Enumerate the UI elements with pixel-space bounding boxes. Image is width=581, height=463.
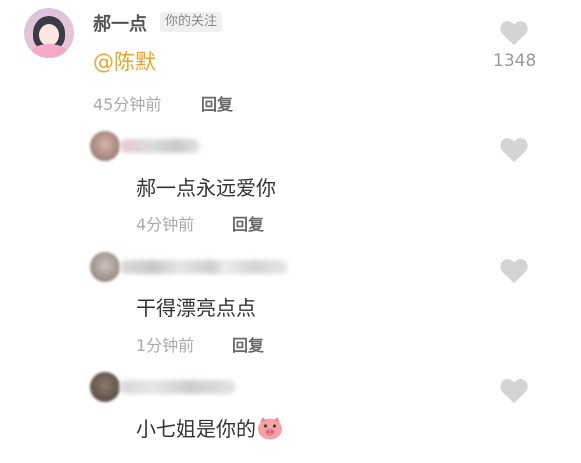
blurred-username	[120, 139, 200, 153]
reply-text: 小七姐是你的	[136, 417, 256, 441]
blurred-username	[120, 260, 288, 274]
reply-timestamp: 1分钟前	[136, 336, 195, 355]
heart-icon[interactable]	[499, 257, 529, 284]
like-count: 1348	[493, 51, 537, 71]
heart-icon[interactable]	[499, 377, 529, 404]
avatar[interactable]	[24, 8, 74, 58]
reply-text: 干得漂亮点点	[136, 296, 256, 320]
reply-text: 郝一点永远爱你	[136, 176, 276, 200]
reply-button[interactable]: 回复	[232, 332, 264, 356]
heart-icon[interactable]	[499, 136, 529, 163]
mention-link[interactable]: @陈默	[93, 46, 156, 76]
reply-timestamp: 4分钟前	[136, 215, 195, 234]
reply-button[interactable]: 回复	[201, 91, 233, 115]
heart-icon[interactable]	[499, 19, 529, 46]
avatar[interactable]	[90, 372, 120, 402]
avatar[interactable]	[90, 252, 120, 282]
avatar[interactable]	[90, 131, 120, 161]
blurred-username	[120, 380, 236, 394]
reply-button[interactable]: 回复	[232, 211, 264, 235]
following-badge: 你的关注	[160, 12, 223, 32]
pig-face-emoji	[257, 416, 283, 440]
reply-text-row: 小七姐是你的	[136, 413, 283, 442]
comment-author[interactable]: 郝一点	[93, 10, 147, 36]
comment-timestamp: 45分钟前	[93, 95, 162, 114]
